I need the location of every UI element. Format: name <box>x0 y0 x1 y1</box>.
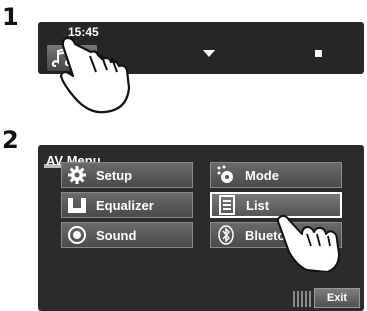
exit-button[interactable]: Exit <box>314 288 360 308</box>
list-label: List <box>246 197 270 213</box>
mode-button[interactable]: Mode <box>210 162 342 188</box>
sound-button[interactable]: Sound <box>61 222 193 248</box>
sound-label: Sound <box>96 227 137 243</box>
list-icon <box>216 194 238 216</box>
equalizer-label: Equalizer <box>96 197 154 213</box>
exit-grip-stripes <box>293 291 311 307</box>
triangle-down-icon[interactable] <box>203 50 215 57</box>
pointing-hand-icon <box>60 36 131 114</box>
step-number-1: 1 <box>2 3 19 31</box>
pointing-hand-icon <box>277 214 340 272</box>
mode-label: Mode <box>245 167 279 183</box>
bluetooth-icon <box>215 224 237 246</box>
gear-icon <box>66 164 88 186</box>
setup-button[interactable]: Setup <box>61 162 193 188</box>
setup-label: Setup <box>96 167 133 183</box>
equalizer-button[interactable]: Equalizer <box>61 192 193 218</box>
mode-icon <box>215 164 237 186</box>
sound-icon <box>66 224 88 246</box>
step-number-2: 2 <box>2 126 19 154</box>
equalizer-icon <box>66 194 88 216</box>
square-icon[interactable] <box>315 50 322 57</box>
